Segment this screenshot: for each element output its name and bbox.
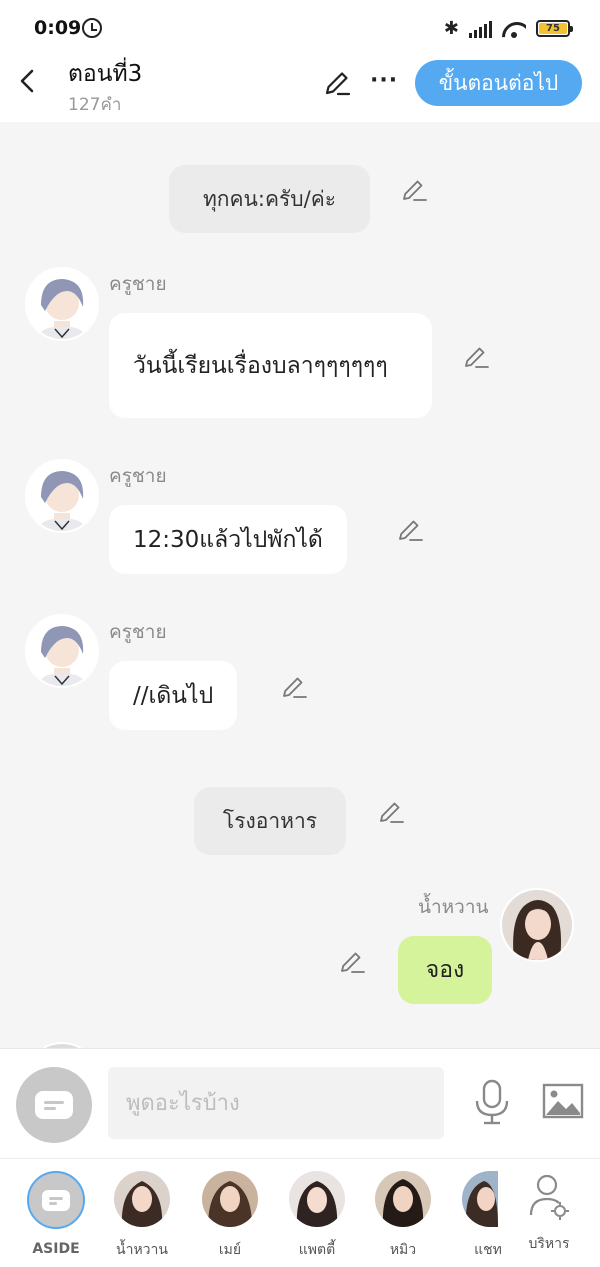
manage-characters-button[interactable]: บริหาร bbox=[509, 1171, 589, 1255]
edit-pencil-icon[interactable] bbox=[396, 516, 424, 544]
battery-level: 75 bbox=[539, 23, 567, 34]
avatar[interactable] bbox=[25, 459, 99, 533]
character-portrait bbox=[27, 461, 97, 531]
avatar[interactable] bbox=[500, 888, 574, 962]
character-portrait bbox=[502, 890, 572, 960]
edit-pencil-icon[interactable] bbox=[400, 176, 428, 204]
avatar bbox=[462, 1171, 498, 1227]
character-label: บริหาร bbox=[528, 1236, 570, 1252]
signal-icon bbox=[469, 20, 492, 38]
character-bar: ASIDE น้ำหวาน เมย์ แพตตี้ หมิว แชท บริหา… bbox=[0, 1158, 600, 1267]
avatar bbox=[375, 1171, 431, 1227]
edit-pencil-icon[interactable] bbox=[280, 673, 308, 701]
user-settings-icon bbox=[527, 1171, 571, 1227]
character-item[interactable]: แพตตี้ bbox=[277, 1171, 357, 1261]
message-text: จอง bbox=[425, 957, 465, 983]
avatar[interactable] bbox=[25, 614, 99, 688]
message-bubble[interactable]: 12:30แล้วไปพักได้ bbox=[109, 505, 347, 574]
message-bubble-own[interactable]: จอง bbox=[398, 936, 492, 1004]
character-label: ASIDE bbox=[32, 1241, 80, 1257]
edit-pencil-icon[interactable] bbox=[338, 948, 366, 976]
avatar bbox=[202, 1171, 258, 1227]
image-icon[interactable] bbox=[542, 1083, 584, 1119]
character-label: หมิว bbox=[389, 1242, 417, 1258]
bluetooth-icon: ✱ bbox=[443, 18, 459, 39]
aside-avatar bbox=[27, 1171, 85, 1229]
avatar bbox=[289, 1171, 345, 1227]
character-aside[interactable]: ASIDE bbox=[16, 1171, 96, 1257]
message-input[interactable] bbox=[108, 1067, 444, 1139]
speaker-name: ครูชาย bbox=[109, 465, 167, 487]
message-bubble[interactable]: //เดินไป bbox=[109, 661, 238, 730]
character-item[interactable]: น้ำหวาน bbox=[102, 1171, 182, 1261]
edit-pencil-icon[interactable] bbox=[377, 798, 405, 826]
narration-bubble[interactable]: โรงอาหาร bbox=[194, 787, 346, 855]
message-text: 12:30แล้วไปพักได้ bbox=[133, 526, 323, 553]
narration-bubble[interactable]: ทุกคน:ครับ/ค่ะ bbox=[169, 165, 370, 233]
character-label: น้ำหวาน bbox=[116, 1242, 168, 1258]
message-input-bar bbox=[0, 1048, 600, 1158]
more-menu-icon[interactable]: ··· bbox=[370, 68, 398, 93]
message-text: //เดินไป bbox=[133, 682, 214, 709]
aside-toggle-button[interactable] bbox=[16, 1067, 92, 1143]
character-item[interactable]: หมิว bbox=[363, 1171, 443, 1261]
speaker-name: ครูชาย bbox=[109, 273, 167, 295]
message-icon bbox=[42, 1189, 70, 1211]
avatar[interactable] bbox=[25, 267, 99, 341]
character-label: แพตตี้ bbox=[298, 1242, 336, 1258]
character-portrait bbox=[27, 269, 97, 339]
chat-area[interactable]: ทุกคน:ครับ/ค่ะ ครูชาย วันนี้เรียนเรื่องบ… bbox=[0, 122, 600, 1048]
edit-pencil-icon[interactable] bbox=[322, 68, 352, 98]
microphone-icon[interactable] bbox=[472, 1079, 512, 1125]
wifi-icon bbox=[502, 20, 526, 38]
header: ตอนที่3 127คำ ··· ขั้นตอนต่อไป bbox=[0, 56, 600, 122]
message-icon bbox=[35, 1091, 73, 1119]
speaker-name: น้ำหวาน bbox=[418, 896, 489, 918]
edit-pencil-icon[interactable] bbox=[462, 343, 490, 371]
message-bubble[interactable]: วันนี้เรียนเรื่องบลาๆๆๆๆๆๆ bbox=[109, 313, 432, 418]
message-text: วันนี้เรียนเรื่องบลาๆๆๆๆๆๆ bbox=[133, 352, 388, 379]
page-title: ตอนที่3 bbox=[68, 61, 143, 87]
back-arrow-icon[interactable] bbox=[16, 68, 42, 94]
character-label: เมย์ bbox=[218, 1242, 242, 1258]
character-item[interactable]: เมย์ bbox=[190, 1171, 270, 1261]
battery-icon: 75 bbox=[536, 20, 573, 37]
status-time: 0:09 bbox=[34, 17, 82, 39]
alarm-icon bbox=[82, 18, 102, 38]
avatar bbox=[114, 1171, 170, 1227]
speaker-name: ครูชาย bbox=[109, 621, 167, 643]
status-bar: 0:09 ✱ 75 bbox=[0, 0, 600, 56]
next-step-button[interactable]: ขั้นตอนต่อไป bbox=[415, 60, 582, 106]
character-portrait bbox=[27, 616, 97, 686]
word-count: 127คำ bbox=[68, 95, 122, 115]
